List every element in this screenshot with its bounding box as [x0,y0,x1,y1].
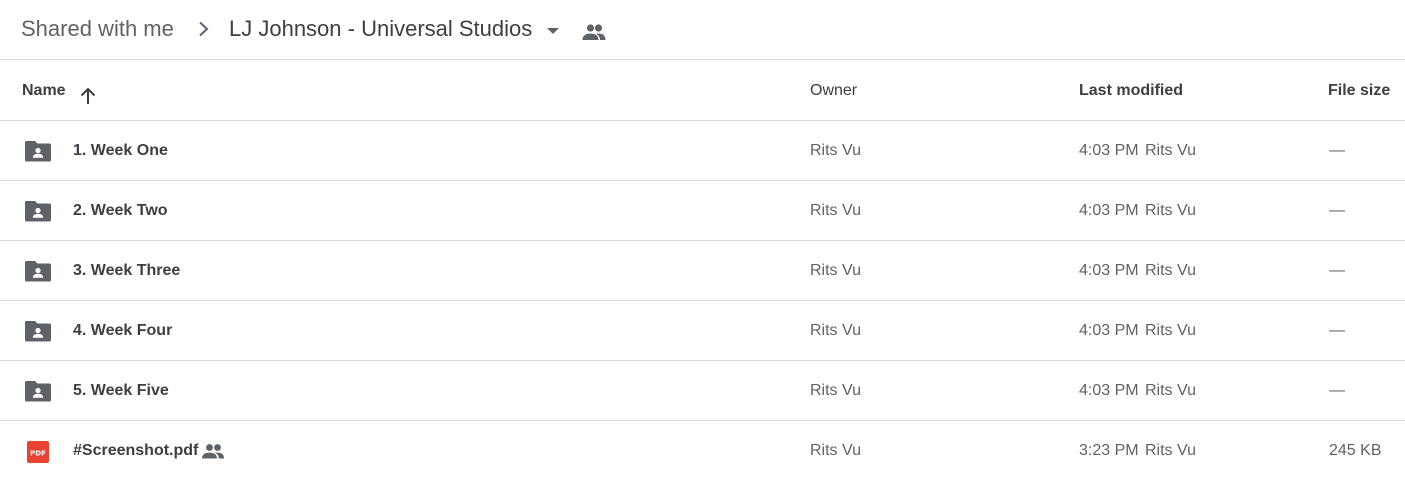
file-name[interactable]: 3. Week Three [73,241,180,301]
column-header-file-size[interactable]: File size [1328,61,1390,121]
arrow-drop-down-icon[interactable] [544,25,562,37]
file-modified-by: Rits Vu [1145,382,1196,399]
file-row[interactable]: 2. Week Two Rits Vu 4:03 PM Rits Vu — [0,181,1405,241]
column-header-last-modified[interactable]: Last modified [1079,61,1183,121]
column-header-owner[interactable]: Owner [810,61,857,121]
file-name[interactable]: 5. Week Five [73,361,169,421]
file-name[interactable]: 1. Week One [73,121,168,181]
file-modified-time: 4:03 PM [1079,322,1139,339]
file-size: — [1329,202,1345,219]
file-name[interactable]: 4. Week Four [73,301,172,361]
file-owner: Rits Vu [810,442,861,459]
shared-folder-icon [25,141,51,162]
column-header-row: Name Owner Last modified File size [0,61,1405,121]
file-owner: Rits Vu [810,142,861,159]
shared-folder-icon [25,201,51,222]
chevron-right-icon [199,21,209,37]
file-owner: Rits Vu [810,382,861,399]
file-size: 245 KB [1329,442,1382,459]
arrow-upward-icon[interactable] [78,87,98,107]
file-row[interactable]: 5. Week Five Rits Vu 4:03 PM Rits Vu — [0,361,1405,421]
breadcrumb-bar: Shared with me LJ Johnson - Universal St… [0,0,1405,60]
shared-folder-icon [25,321,51,342]
file-modified-by: Rits Vu [1145,142,1196,159]
file-modified-time: 4:03 PM [1079,382,1139,399]
shared-folder-icon [25,261,51,282]
file-modified-by: Rits Vu [1145,322,1196,339]
file-size: — [1329,382,1345,399]
people-icon [202,444,224,459]
breadcrumb-current-folder[interactable]: LJ Johnson - Universal Studios [229,14,532,44]
file-owner: Rits Vu [810,322,861,339]
file-name[interactable]: #Screenshot.pdf [73,421,198,481]
file-list: 1. Week One Rits Vu 4:03 PM Rits Vu — 2.… [0,121,1405,481]
file-size: — [1329,142,1345,159]
file-row[interactable]: PDF #Screenshot.pdf Rits Vu 3:23 PM Rits… [0,421,1405,481]
file-modified-by: Rits Vu [1145,262,1196,279]
file-row[interactable]: 3. Week Three Rits Vu 4:03 PM Rits Vu — [0,241,1405,301]
file-modified-by: Rits Vu [1145,202,1196,219]
column-header-name[interactable]: Name [22,61,66,121]
shared-folder-icon [25,381,51,402]
breadcrumb-shared-with-me[interactable]: Shared with me [21,14,174,44]
people-icon[interactable] [582,22,606,42]
file-size: — [1329,262,1345,279]
file-owner: Rits Vu [810,202,861,219]
file-size: — [1329,322,1345,339]
file-owner: Rits Vu [810,262,861,279]
pdf-icon: PDF [27,441,49,463]
file-modified-by: Rits Vu [1145,442,1196,459]
file-modified-time: 4:03 PM [1079,262,1139,279]
file-row[interactable]: 4. Week Four Rits Vu 4:03 PM Rits Vu — [0,301,1405,361]
file-modified-time: 3:23 PM [1079,442,1139,459]
pdf-icon-label: PDF [30,450,46,458]
file-row[interactable]: 1. Week One Rits Vu 4:03 PM Rits Vu — [0,121,1405,181]
file-modified-time: 4:03 PM [1079,202,1139,219]
file-name[interactable]: 2. Week Two [73,181,168,241]
file-modified-time: 4:03 PM [1079,142,1139,159]
